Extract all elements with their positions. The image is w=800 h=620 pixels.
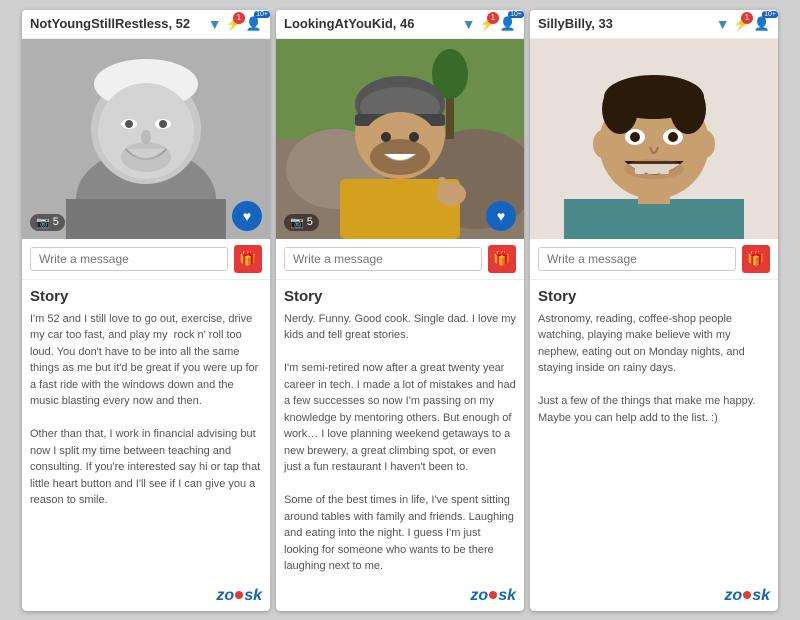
notif-user-1[interactable]: 👤 10+ [246, 16, 262, 32]
story-text-3: Astronomy, reading, coffee-shop people w… [538, 311, 770, 427]
message-input-3[interactable] [538, 247, 736, 271]
gift-button-3[interactable]: 🎁 [742, 245, 770, 273]
message-area-2: 🎁 [276, 239, 524, 280]
card-header-1: NotYoungStillRestless, 52 ▼ ⚡ 1 👤 10+ [22, 10, 270, 39]
zoosk-dot-1 [235, 591, 243, 599]
photo-area-1: 📷 5 ♥ [22, 39, 270, 239]
heart-button-2[interactable]: ♥ [486, 201, 516, 231]
badge-blue-2: 10+ [508, 11, 524, 18]
header-icons-2: ▼ ⚡ 1 👤 10+ [462, 16, 516, 32]
message-input-2[interactable] [284, 247, 482, 271]
filter-icon-1[interactable]: ▼ [208, 16, 222, 32]
username-2: LookingAtYouKid, 46 [284, 16, 414, 31]
heart-button-1[interactable]: ♥ [232, 201, 262, 231]
badge-red-2: 1 [487, 12, 499, 24]
gift-icon-2: 🎁 [493, 250, 510, 267]
profile-card-3: SillyBilly, 33 ▼ ⚡ 1 👤 10+ [530, 10, 778, 611]
story-text-1: I'm 52 and I still love to go out, exerc… [30, 311, 262, 509]
gift-icon-3: 🎁 [747, 250, 764, 267]
badge-blue-3: 10+ [762, 11, 778, 18]
notif-user-2[interactable]: 👤 10+ [500, 16, 516, 32]
story-text-2: Nerdy. Funny. Good cook. Single dad. I l… [284, 311, 516, 575]
message-input-1[interactable] [30, 247, 228, 271]
card-header-3: SillyBilly, 33 ▼ ⚡ 1 👤 10+ [530, 10, 778, 39]
zoosk-logo-2: zosk [276, 583, 524, 611]
header-icons-1: ▼ ⚡ 1 👤 10+ [208, 16, 262, 32]
photo-area-2: 📷 5 ♥ [276, 39, 524, 239]
notif-lightning-2[interactable]: ⚡ 1 [480, 16, 496, 32]
photo-area-3 [530, 39, 778, 239]
username-1: NotYoungStillRestless, 52 [30, 16, 190, 31]
profile-card-2: LookingAtYouKid, 46 ▼ ⚡ 1 👤 10+ [276, 10, 524, 611]
badge-red-1: 1 [233, 12, 245, 24]
story-area-3: Story Astronomy, reading, coffee-shop pe… [530, 280, 778, 583]
story-area-1: Story I'm 52 and I still love to go out,… [22, 280, 270, 583]
heart-icon-1: ♥ [243, 208, 251, 224]
username-3: SillyBilly, 33 [538, 16, 613, 31]
badge-red-3: 1 [741, 12, 753, 24]
zoosk-logo-1: zosk [22, 583, 270, 611]
story-title-2: Story [284, 288, 516, 305]
zoosk-logo-3: zosk [530, 583, 778, 611]
gift-button-2[interactable]: 🎁 [488, 245, 516, 273]
notif-user-3[interactable]: 👤 10+ [754, 16, 770, 32]
camera-icon-2: 📷 [290, 216, 304, 229]
notif-lightning-1[interactable]: ⚡ 1 [226, 16, 242, 32]
story-area-2: Story Nerdy. Funny. Good cook. Single da… [276, 280, 524, 583]
photo-count-2: 📷 5 [284, 214, 319, 231]
card-header-2: LookingAtYouKid, 46 ▼ ⚡ 1 👤 10+ [276, 10, 524, 39]
gift-icon-1: 🎁 [239, 250, 256, 267]
filter-icon-2[interactable]: ▼ [462, 16, 476, 32]
profile-card-1: NotYoungStillRestless, 52 ▼ ⚡ 1 👤 10+ [22, 10, 270, 611]
zoosk-dot-3 [743, 591, 751, 599]
cards-container: NotYoungStillRestless, 52 ▼ ⚡ 1 👤 10+ [14, 2, 786, 619]
message-area-1: 🎁 [22, 239, 270, 280]
message-area-3: 🎁 [530, 239, 778, 280]
notif-lightning-3[interactable]: ⚡ 1 [734, 16, 750, 32]
photo-count-1: 📷 5 [30, 214, 65, 231]
story-title-3: Story [538, 288, 770, 305]
zoosk-dot-2 [489, 591, 497, 599]
badge-blue-1: 10+ [254, 11, 270, 18]
heart-icon-2: ♥ [497, 208, 505, 224]
header-icons-3: ▼ ⚡ 1 👤 10+ [716, 16, 770, 32]
gift-button-1[interactable]: 🎁 [234, 245, 262, 273]
filter-icon-3[interactable]: ▼ [716, 16, 730, 32]
camera-icon-1: 📷 [36, 216, 50, 229]
story-title-1: Story [30, 288, 262, 305]
